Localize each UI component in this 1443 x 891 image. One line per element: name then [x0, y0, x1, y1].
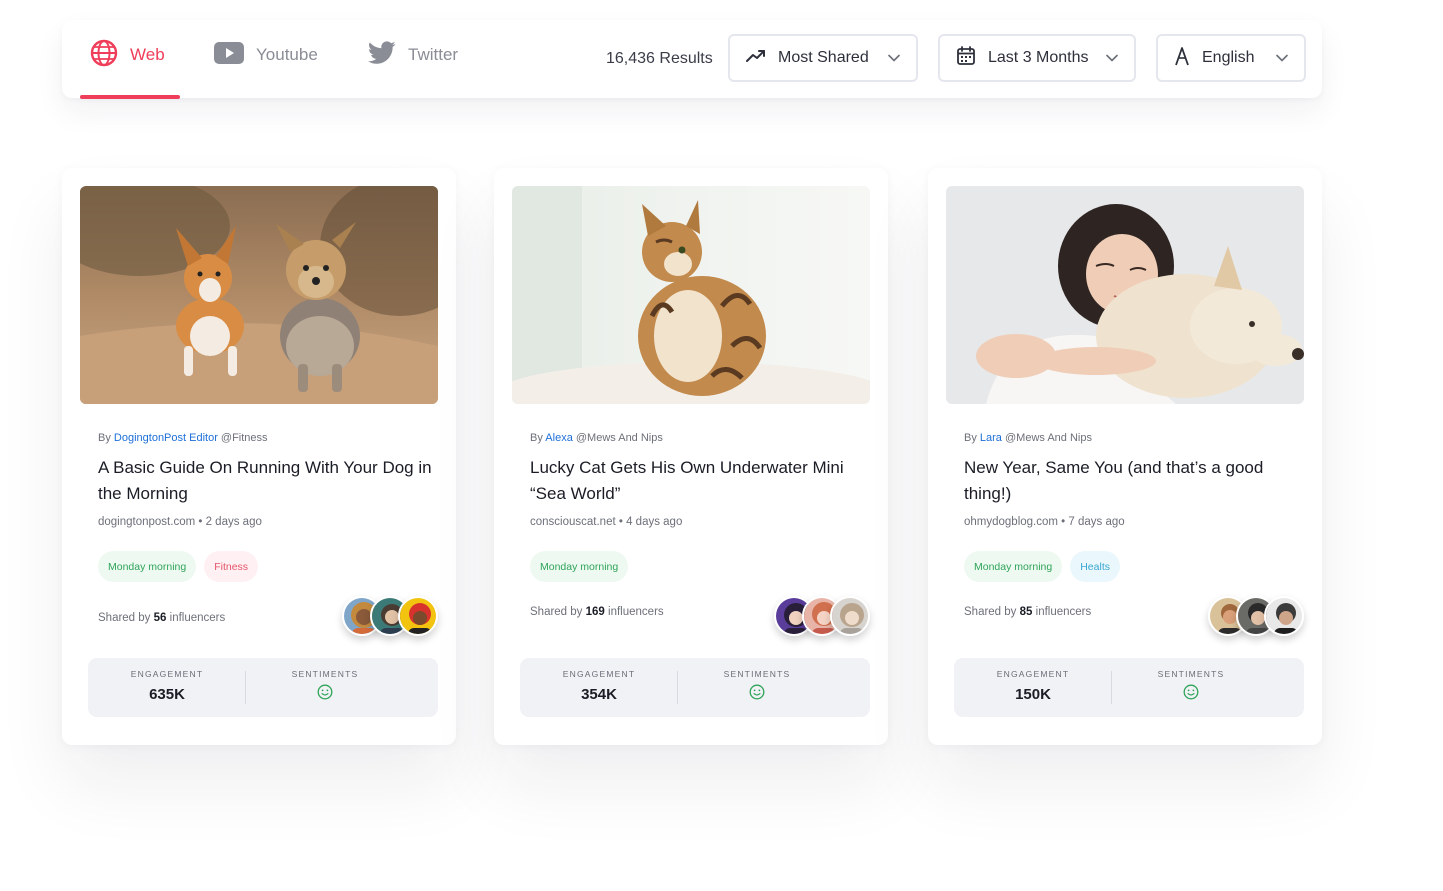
channel-handle: @Mews And Nips	[1005, 432, 1092, 444]
engagement-value: 635K	[149, 686, 185, 703]
language-dropdown[interactable]: English	[1156, 34, 1306, 82]
sentiments-label: SENTIMENTS	[1157, 669, 1225, 679]
byline: By Lara @Mews And Nips	[964, 432, 1092, 444]
smile-icon	[749, 684, 765, 700]
tag-chip[interactable]: Monday morning	[530, 551, 629, 582]
tab-twitter[interactable]: Twitter	[367, 40, 459, 70]
language-label: English	[1202, 49, 1255, 66]
influencer-avatars[interactable]	[774, 596, 870, 636]
engagement-stat: ENGAGEMENT 635K	[88, 658, 246, 717]
smile-icon	[317, 684, 333, 700]
byline: By Alexa @Mews And Nips	[530, 432, 663, 444]
avatar[interactable]	[398, 596, 438, 636]
globe-icon	[90, 39, 118, 72]
stats-panel: ENGAGEMENT 150K SENTIMENTS	[954, 658, 1304, 717]
time-range-label: Last 3 Months	[988, 49, 1089, 66]
article-meta: ohmydogblog.com • 7 days ago	[964, 516, 1125, 528]
engagement-label: ENGAGEMENT	[562, 669, 636, 679]
tag-chip[interactable]: Monday morning	[98, 551, 197, 582]
tag-list: Monday morning Fitness	[98, 551, 259, 582]
shared-count: 85	[1019, 606, 1033, 618]
engagement-stat: ENGAGEMENT 354K	[520, 658, 678, 717]
sentiments-stat: SENTIMENTS	[246, 658, 404, 717]
results-count: 16,436 Results	[606, 50, 713, 67]
article-meta: consciouscat.net • 4 days ago	[530, 516, 683, 528]
article-image[interactable]	[512, 186, 870, 404]
influencer-avatars[interactable]	[342, 596, 438, 636]
article-image[interactable]	[80, 186, 438, 404]
tag-chip[interactable]: Healts	[1070, 551, 1120, 582]
engagement-stat: ENGAGEMENT 150K	[954, 658, 1112, 717]
shared-count: 169	[585, 606, 605, 618]
shared-by-text: Shared by 169 influencers	[530, 606, 664, 618]
youtube-icon	[214, 41, 244, 69]
byline: By DogingtonPost Editor @Fitness	[98, 432, 268, 444]
shared-by-text: Shared by 85 influencers	[964, 606, 1091, 618]
shared-suffix: influencers	[608, 606, 664, 618]
tag-chip[interactable]: Monday morning	[964, 551, 1063, 582]
author-link[interactable]: DogingtonPost Editor	[114, 432, 218, 444]
tag-chip[interactable]: Fitness	[204, 551, 259, 582]
engagement-value: 150K	[1015, 686, 1051, 703]
avatar[interactable]	[830, 596, 870, 636]
shared-by-text: Shared by 56 influencers	[98, 612, 225, 624]
chevron-down-icon	[1276, 54, 1288, 62]
active-tab-indicator	[80, 95, 180, 99]
tab-label: Web	[130, 45, 165, 64]
tag-list: Monday morning Healts	[964, 551, 1120, 582]
author-link[interactable]: Lara	[980, 432, 1002, 444]
influencer-avatars[interactable]	[1208, 596, 1304, 636]
article-title[interactable]: Lucky Cat Gets His Own Underwater Mini “…	[530, 455, 870, 507]
article-title[interactable]: New Year, Same You (and that’s a good th…	[964, 455, 1304, 507]
by-prefix: By	[964, 432, 977, 444]
sentiments-stat: SENTIMENTS	[1112, 658, 1270, 717]
trending-icon	[746, 49, 766, 68]
article-image[interactable]	[946, 186, 1304, 404]
channel-handle: @Mews And Nips	[575, 432, 663, 444]
stats-panel: ENGAGEMENT 635K SENTIMENTS	[88, 658, 438, 717]
sentiments-label: SENTIMENTS	[723, 669, 791, 679]
author-link[interactable]: Alexa	[545, 432, 573, 444]
shared-prefix: Shared by	[98, 612, 151, 624]
calendar-icon	[956, 45, 976, 71]
tab-label: Twitter	[408, 45, 459, 64]
sort-dropdown[interactable]: Most Shared	[728, 34, 918, 82]
tab-web[interactable]: Web	[90, 39, 165, 72]
shared-suffix: influencers	[169, 612, 226, 624]
engagement-value: 354K	[581, 686, 617, 703]
stats-panel: ENGAGEMENT 354K SENTIMENTS	[520, 658, 870, 717]
chevron-down-icon	[888, 54, 900, 62]
time-range-dropdown[interactable]: Last 3 Months	[938, 34, 1136, 82]
sentiments-stat: SENTIMENTS	[678, 658, 836, 717]
shared-count: 56	[153, 612, 167, 624]
filter-bar: Web Youtube Twitter 16,436 Results Most …	[62, 20, 1322, 99]
tab-youtube[interactable]: Youtube	[214, 40, 318, 70]
article-meta: dogingtonpost.com • 2 days ago	[98, 516, 262, 528]
shared-prefix: Shared by	[964, 606, 1017, 618]
article-card[interactable]: By Lara @Mews And Nips New Year, Same Yo…	[928, 168, 1322, 745]
tag-list: Monday morning	[530, 551, 629, 582]
avatar[interactable]	[1264, 596, 1304, 636]
tab-label: Youtube	[256, 45, 318, 64]
article-card[interactable]: By DogingtonPost Editor @Fitness A Basic…	[62, 168, 456, 745]
article-title[interactable]: A Basic Guide On Running With Your Dog i…	[98, 455, 438, 507]
shared-suffix: influencers	[1035, 606, 1092, 618]
by-prefix: By	[98, 432, 111, 444]
shared-prefix: Shared by	[530, 606, 583, 618]
smile-icon	[1183, 684, 1199, 700]
channel-handle: @Fitness	[220, 432, 268, 444]
language-icon	[1174, 46, 1190, 71]
sort-label: Most Shared	[778, 49, 869, 66]
by-prefix: By	[530, 432, 543, 444]
engagement-label: ENGAGEMENT	[130, 669, 204, 679]
article-card[interactable]: By Alexa @Mews And Nips Lucky Cat Gets H…	[494, 168, 888, 745]
twitter-icon	[367, 40, 396, 70]
engagement-label: ENGAGEMENT	[996, 669, 1070, 679]
sentiments-label: SENTIMENTS	[291, 669, 359, 679]
chevron-down-icon	[1106, 54, 1118, 62]
